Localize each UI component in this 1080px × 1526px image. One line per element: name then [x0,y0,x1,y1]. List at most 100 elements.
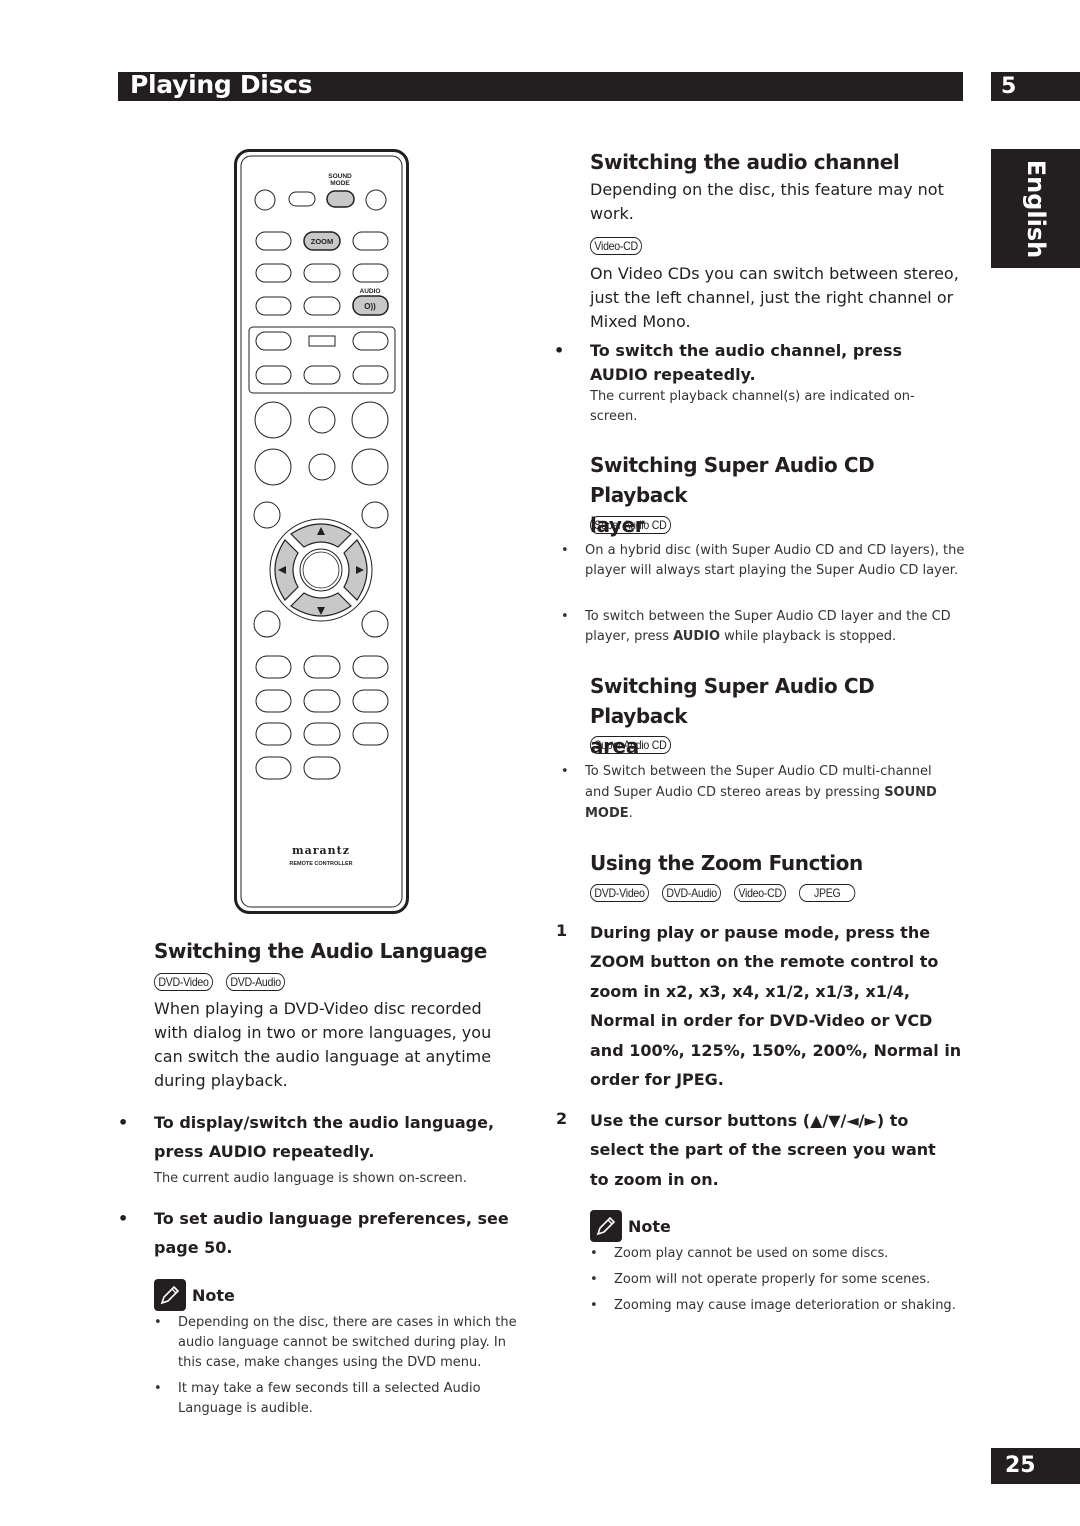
note-item: • Zoom play cannot be used on some discs. [590,1246,889,1261]
remote-button [352,722,389,746]
remote-button [361,501,389,529]
remote-button [255,331,292,351]
disc-badge: JPEG [798,884,856,902]
audio-label: AUDIO [360,288,381,295]
remote-button [303,756,341,780]
remote-button [255,655,292,679]
remote-button [352,365,389,385]
remote-button [288,191,316,207]
remote-button [255,365,292,385]
disc-badge: Super Audio CD [590,516,671,534]
disc-badge: DVD-Video [590,884,650,902]
disc-badge: DVD-Video [154,973,214,991]
audio-button-glyph: O)) [364,302,376,311]
bullet-glyph: • [118,1209,129,1228]
pencil-icon [154,1279,186,1311]
remote-button [352,231,389,251]
zoom-function-heading: Using the Zoom Function [590,851,863,875]
audio-channel-description: On Video CDs you can switch between ster… [590,264,959,331]
note-label: Note [192,1285,235,1305]
remote-button [303,655,341,679]
zoom-note-header: Note [590,1210,671,1242]
disc-badge: DVD-Audio [662,884,722,902]
remote-button [303,296,341,316]
audio-channel-step-note: The current playback channel(s) are indi… [590,389,915,424]
sound-mode-button [326,190,355,208]
audio-language-step1: • To display/switch the audio language, p… [118,1108,539,1166]
remote-button [361,610,389,638]
section-title: Playing Discs [130,70,313,99]
audio-language-note-header: Note [154,1279,235,1311]
audio-language-step2: • To set audio language preferences, see … [118,1204,539,1262]
disc-badge: Super Audio CD [590,736,671,754]
remote-button [303,365,341,385]
remote-button [255,689,292,713]
remote-button [352,689,389,713]
audio-channel-heading: Switching the audio channel [590,150,900,174]
remote-button [254,189,276,211]
zoom-step: During play or pause mode, press the ZOO… [590,923,962,1090]
remote-indicator [308,335,336,347]
page-number: 25 [991,1448,1080,1484]
remote-button [303,722,341,746]
sound-mode-label: SOUND [328,173,352,180]
sacd-area-bullet: • To Switch between the Super Audio CD mu… [561,764,937,821]
remote-button [352,331,389,351]
remote-button [253,610,281,638]
remote-control-illustration: SOUND MODE ZOOM AUDIO O)) marantz REMOTE… [234,149,409,914]
zoom-function-badges: DVD-Video DVD-Audio Video-CD JPEG [590,882,868,902]
dpad-enter-button [299,548,343,592]
remote-button [303,263,341,283]
chapter-number: 5 [991,72,1080,101]
bullet-glyph: • [554,341,565,360]
remote-button [351,401,389,439]
sacd-layer-bullet: • To switch between the Super Audio CD la… [561,609,951,644]
remote-brand-logo: marantz [292,844,350,857]
audio-channel-badges: Video-CD [590,235,654,255]
sacd-layer-bullet: • On a hybrid disc (with Super Audio CD a… [561,543,965,578]
remote-button [255,756,292,780]
remote-button [351,448,389,486]
pencil-icon [590,1210,622,1242]
audio-channel-step: • To switch the audio channel, press AUDI… [554,341,903,384]
remote-button [254,401,292,439]
remote-button [255,231,292,251]
remote-button-panel [248,326,396,394]
note-label: Note [628,1216,671,1236]
remote-button [365,189,387,211]
note-item: • Zoom will not operate properly for some… [590,1272,931,1287]
svg-text:MODE: MODE [330,180,350,187]
remote-button [255,263,292,283]
zoom-button-label: ZOOM [311,237,334,246]
note-item: • Depending on the disc, there are cases … [154,1315,517,1370]
note-item: • It may take a few seconds till a select… [154,1381,481,1416]
disc-badge: DVD-Audio [226,973,286,991]
audio-language-step1-note: The current audio language is shown on-s… [154,1171,467,1186]
remote-button [255,296,292,316]
audio-language-badges: DVD-Video DVD-Audio [154,971,298,991]
remote-button [352,263,389,283]
step-number: 1 [556,921,568,940]
remote-button [303,689,341,713]
remote-button [255,722,292,746]
disc-badge: Video-CD [590,237,643,255]
language-tab-label: English [1022,159,1050,259]
zoom-step: Use the cursor buttons (▲/▼/◄/►) to sele… [590,1111,936,1189]
remote-brand-subtitle: REMOTE CONTROLLER [289,861,352,867]
audio-language-intro: When playing a DVD-Video disc recorded w… [154,999,492,1090]
note-item: • Zooming may cause image deterioration o… [590,1298,956,1313]
remote-button [352,655,389,679]
sacd-layer-badges: Super Audio CD [590,514,687,534]
remote-button [254,448,292,486]
sacd-area-badges: Super Audio CD [590,734,687,754]
remote-button [308,453,336,481]
bullet-glyph: • [118,1113,129,1132]
audio-channel-intro: Depending on the disc, this feature may … [590,180,944,223]
disc-badge: Video-CD [734,884,787,902]
remote-button [308,406,336,434]
remote-button [253,501,281,529]
step-number: 2 [556,1109,568,1128]
audio-language-heading: Switching the Audio Language [154,939,487,963]
language-tab: English [991,149,1080,268]
section-header-bar: Playing Discs [118,70,963,101]
